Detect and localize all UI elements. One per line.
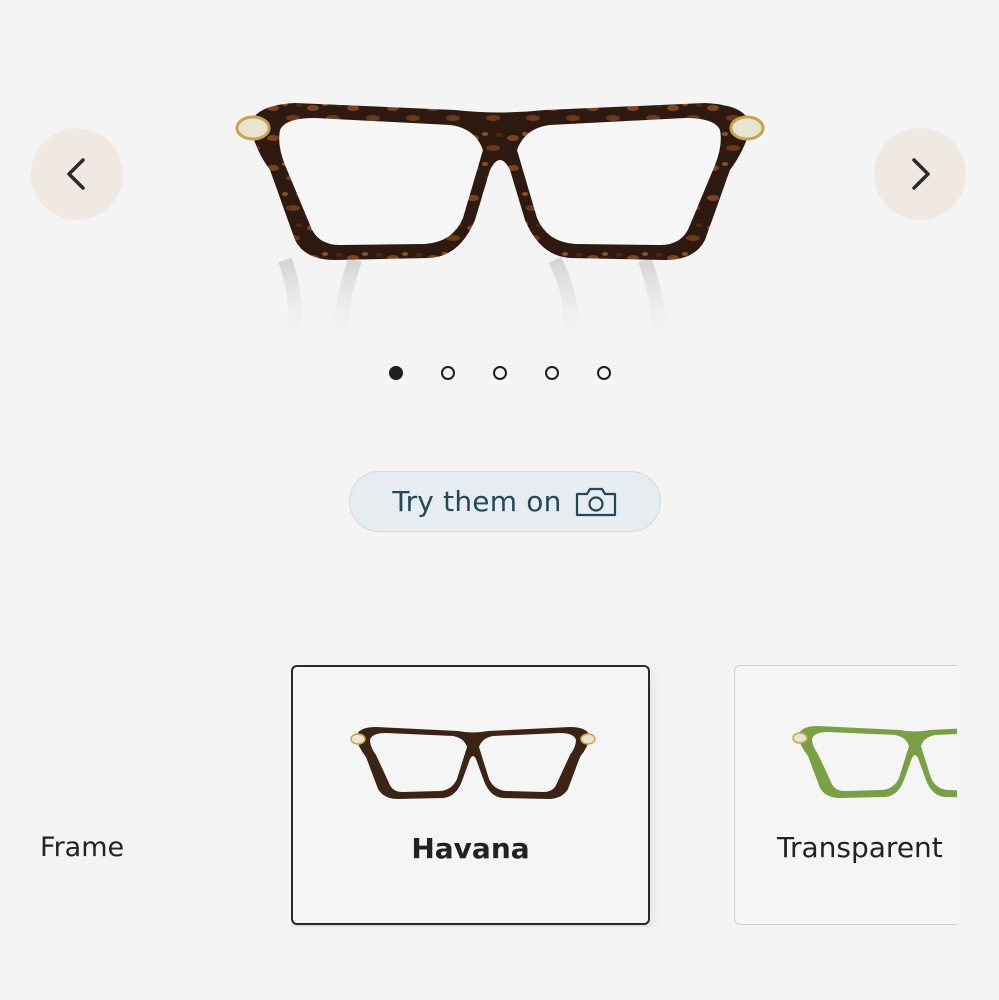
carousel-dot[interactable] bbox=[544, 366, 559, 380]
frame-option-havana[interactable]: Havana bbox=[291, 665, 650, 925]
previous-image-button[interactable] bbox=[31, 128, 123, 220]
carousel-pagination bbox=[0, 366, 999, 380]
chevron-left-icon bbox=[67, 158, 85, 190]
frame-label: Frame bbox=[40, 832, 125, 863]
try-on-label: Try them on bbox=[392, 485, 562, 518]
carousel-dot[interactable] bbox=[388, 366, 403, 380]
carousel-dot[interactable] bbox=[492, 366, 507, 380]
carousel-dot[interactable] bbox=[440, 366, 455, 380]
carousel-dot[interactable] bbox=[596, 366, 611, 380]
chevron-right-icon bbox=[912, 158, 930, 190]
product-image-glasses bbox=[235, 103, 765, 355]
try-them-on-button[interactable]: Try them on bbox=[349, 471, 661, 532]
camera-icon bbox=[575, 487, 616, 516]
frame-options: Havana Transparent bbox=[291, 665, 957, 927]
next-image-button[interactable] bbox=[874, 128, 966, 220]
frame-option-name: Havana bbox=[411, 832, 530, 865]
frame-option-name: Transparent bbox=[777, 831, 943, 864]
transparent-glasses-thumbnail bbox=[792, 726, 957, 798]
havana-glasses-thumbnail bbox=[350, 727, 596, 799]
frame-option-transparent[interactable]: Transparent bbox=[734, 665, 957, 925]
